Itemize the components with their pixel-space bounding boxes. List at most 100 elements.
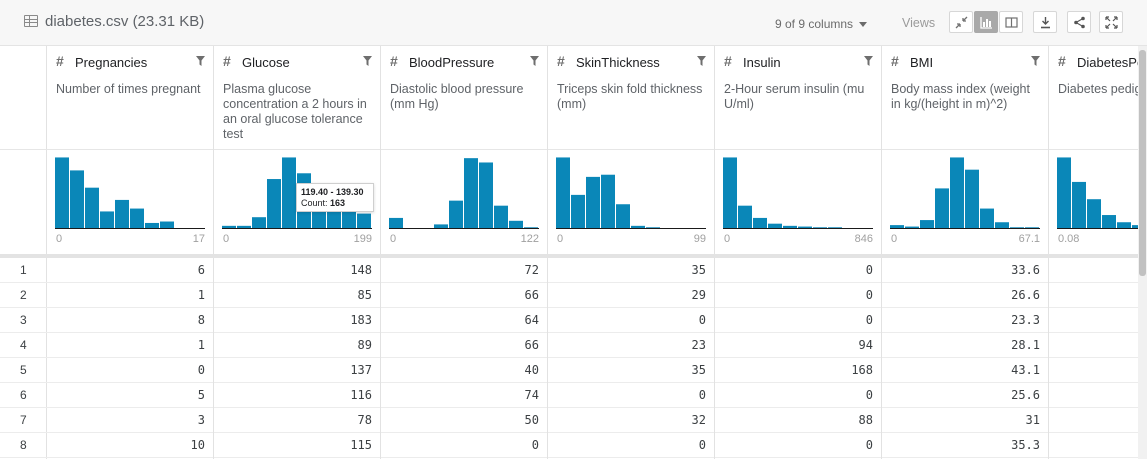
table-cell[interactable]: 74 <box>381 383 547 408</box>
histogram-bar[interactable] <box>389 217 403 228</box>
histogram-bar[interactable] <box>738 205 752 228</box>
table-cell[interactable]: 0 <box>715 258 881 283</box>
table-cell[interactable]: 29 <box>548 283 714 308</box>
table-cell[interactable]: 183 <box>214 308 380 333</box>
table-cell[interactable] <box>1049 308 1147 333</box>
column-header[interactable]: # Glucose Plasma glucose concentration a 2… <box>214 46 380 150</box>
histogram-chart[interactable] <box>556 156 706 230</box>
histogram-bar[interactable] <box>616 204 630 228</box>
histogram-bar[interactable] <box>449 200 463 228</box>
table-cell[interactable]: 0 <box>715 433 881 458</box>
histogram-chart[interactable] <box>389 156 539 230</box>
filter-icon[interactable] <box>196 56 205 66</box>
histogram-chart[interactable] <box>723 156 873 230</box>
table-cell[interactable]: 23 <box>548 333 714 358</box>
table-cell[interactable]: 115 <box>214 433 380 458</box>
table-cell[interactable] <box>1049 283 1147 308</box>
vertical-scrollbar[interactable] <box>1138 46 1147 459</box>
table-cell[interactable]: 32 <box>548 408 714 433</box>
column-header[interactable]: # Pregnancies Number of times pregnant <box>47 46 213 150</box>
histogram-bar[interactable] <box>222 225 236 228</box>
table-cell[interactable]: 1 <box>47 333 213 358</box>
share-button[interactable] <box>1067 11 1091 33</box>
histogram[interactable]: 0 846 <box>715 150 881 254</box>
table-cell[interactable]: 116 <box>214 383 380 408</box>
fullscreen-button[interactable] <box>1099 11 1123 33</box>
table-cell[interactable]: 64 <box>381 308 547 333</box>
histogram-bar[interactable] <box>145 222 159 228</box>
histogram-bar[interactable] <box>237 225 251 228</box>
histogram-bar[interactable] <box>965 169 979 228</box>
table-cell[interactable]: 66 <box>381 333 547 358</box>
table-cell[interactable]: 50 <box>381 408 547 433</box>
columns-dropdown[interactable]: 9 of 9 columns <box>775 17 868 31</box>
table-cell[interactable]: 35 <box>548 358 714 383</box>
histogram[interactable]: 0 17 <box>47 150 213 254</box>
histogram-bar[interactable] <box>1025 227 1039 228</box>
histogram-view-button[interactable] <box>974 11 998 33</box>
table-cell[interactable] <box>1049 408 1147 433</box>
split-view-button[interactable] <box>999 11 1023 33</box>
table-cell[interactable]: 0 <box>548 383 714 408</box>
histogram-bar[interactable] <box>494 205 508 228</box>
histogram-bar[interactable] <box>556 157 570 228</box>
histogram-bar[interactable] <box>798 226 812 228</box>
histogram-bar[interactable] <box>631 225 645 228</box>
histogram-bar[interactable] <box>524 227 538 228</box>
filter-icon[interactable] <box>697 56 706 66</box>
histogram-bar[interactable] <box>753 217 767 228</box>
table-cell[interactable]: 10 <box>47 433 213 458</box>
histogram-bar[interactable] <box>1072 181 1086 228</box>
table-cell[interactable] <box>1049 358 1147 383</box>
histogram-bar[interactable] <box>479 162 493 228</box>
histogram-bar[interactable] <box>509 220 523 228</box>
column-header[interactable]: # Insulin 2-Hour serum insulin (mu U/ml) <box>715 46 881 150</box>
table-cell[interactable]: 28.1 <box>882 333 1048 358</box>
table-cell[interactable] <box>1049 383 1147 408</box>
table-cell[interactable] <box>1049 433 1147 458</box>
table-cell[interactable]: 89 <box>214 333 380 358</box>
histogram-bar[interactable] <box>115 199 129 228</box>
compact-view-button[interactable] <box>949 11 973 33</box>
histogram-bar[interactable] <box>586 176 600 228</box>
table-cell[interactable]: 0 <box>715 308 881 333</box>
table-cell[interactable]: 72 <box>381 258 547 283</box>
table-cell[interactable]: 3 <box>47 408 213 433</box>
table-cell[interactable]: 0 <box>381 433 547 458</box>
histogram-bar[interactable] <box>768 223 782 228</box>
table-cell[interactable]: 0 <box>715 383 881 408</box>
table-cell[interactable]: 168 <box>715 358 881 383</box>
histogram-bar[interactable] <box>70 170 84 228</box>
table-cell[interactable]: 35 <box>548 258 714 283</box>
table-cell[interactable]: 1 <box>47 283 213 308</box>
table-cell[interactable]: 88 <box>715 408 881 433</box>
histogram-bar[interactable] <box>1010 227 1024 228</box>
filter-icon[interactable] <box>363 56 372 66</box>
histogram-bar[interactable] <box>252 217 266 228</box>
filter-icon[interactable] <box>530 56 539 66</box>
histogram[interactable]: 0 99 <box>548 150 714 254</box>
histogram-bar[interactable] <box>160 221 174 228</box>
table-cell[interactable]: 66 <box>381 283 547 308</box>
filter-icon[interactable] <box>864 56 873 66</box>
table-cell[interactable]: 137 <box>214 358 380 383</box>
table-cell[interactable]: 8 <box>47 308 213 333</box>
table-cell[interactable]: 78 <box>214 408 380 433</box>
histogram-bar[interactable] <box>434 224 448 228</box>
histogram-bar[interactable] <box>357 213 371 228</box>
histogram-bar[interactable] <box>905 226 919 228</box>
table-cell[interactable]: 40 <box>381 358 547 383</box>
table-cell[interactable]: 0 <box>548 433 714 458</box>
histogram-bar[interactable] <box>935 188 949 228</box>
histogram-bar[interactable] <box>980 208 994 228</box>
column-header[interactable]: # DiabetesPe Diabetes pedig function <box>1049 46 1147 150</box>
histogram-bar[interactable] <box>571 194 585 228</box>
histogram-bar[interactable] <box>464 158 478 228</box>
histogram-chart[interactable] <box>890 156 1040 230</box>
histogram-bar[interactable] <box>1102 215 1116 228</box>
table-cell[interactable]: 94 <box>715 333 881 358</box>
histogram-bar[interactable] <box>267 179 281 228</box>
histogram-bar[interactable] <box>813 227 827 228</box>
table-cell[interactable]: 43.1 <box>882 358 1048 383</box>
table-cell[interactable]: 148 <box>214 258 380 283</box>
